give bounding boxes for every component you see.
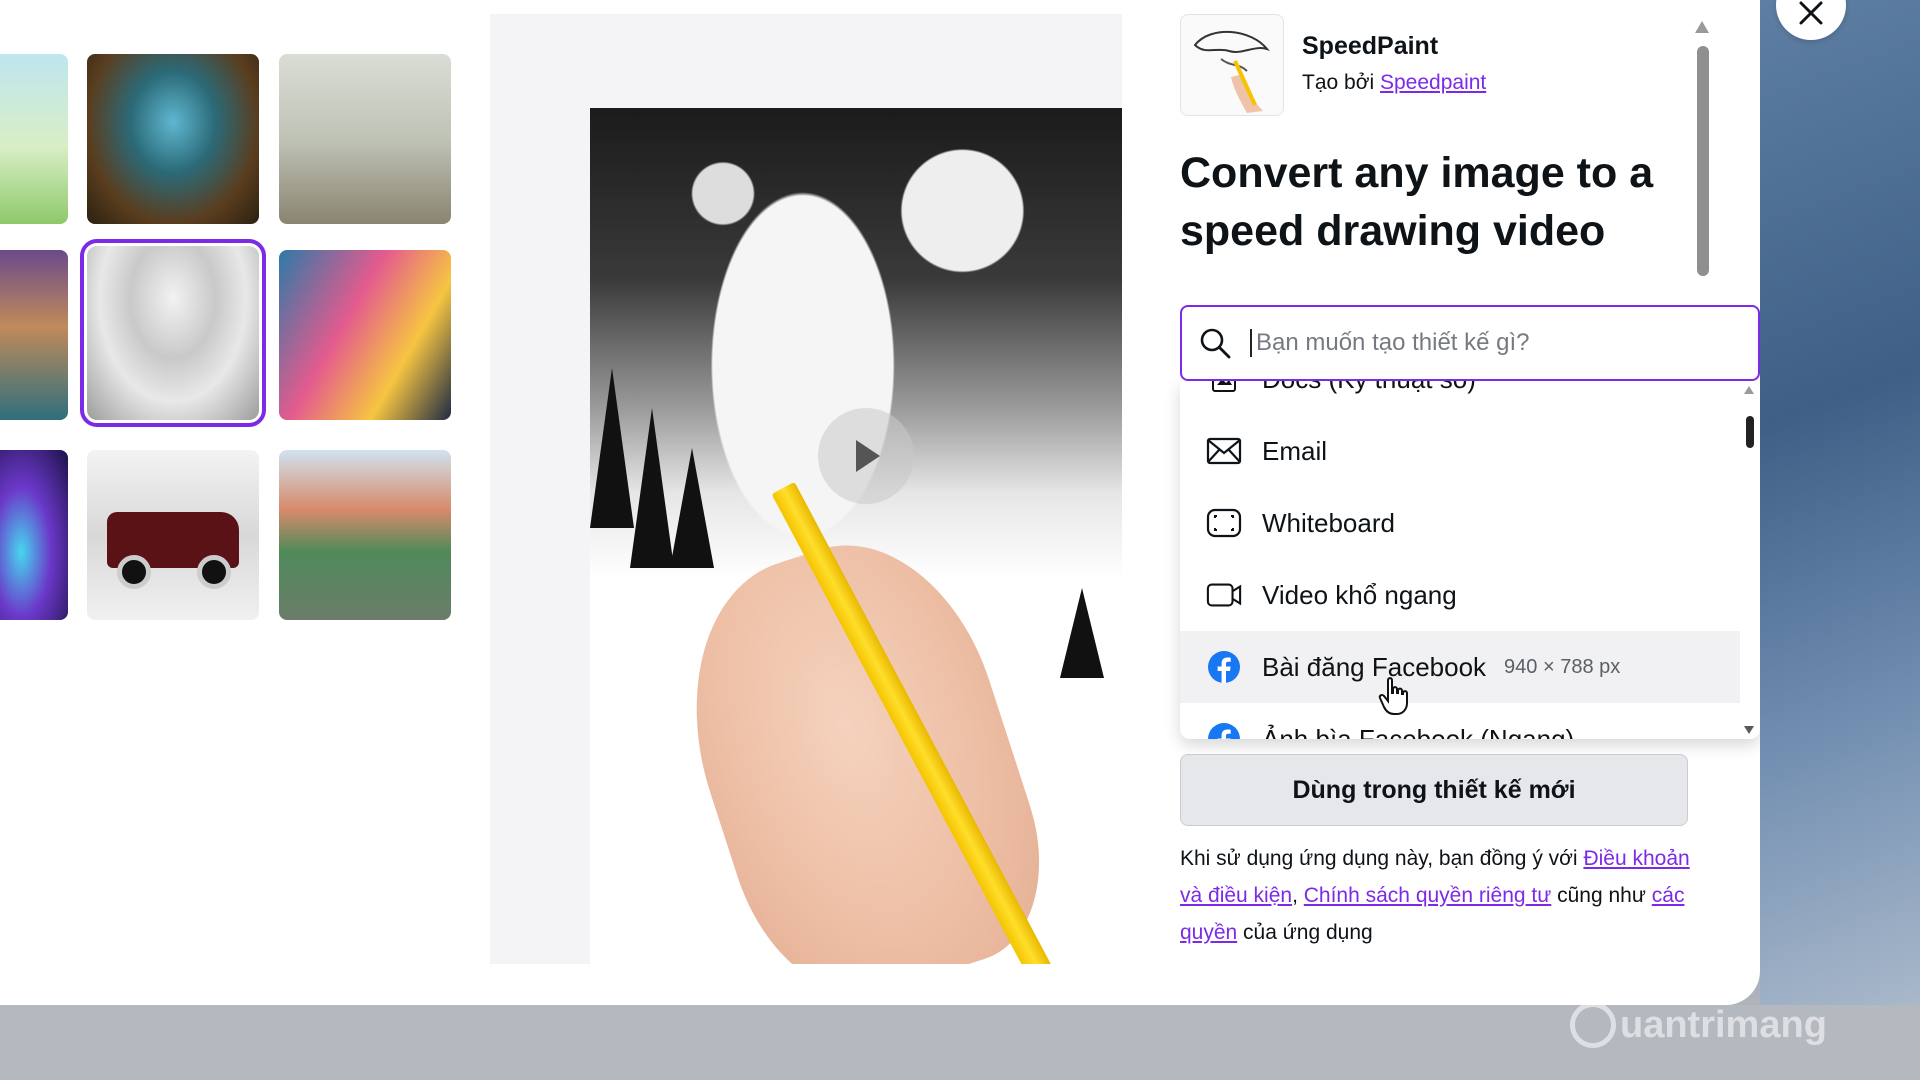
sample-thumb-7[interactable] [0,450,68,620]
app-name: SpeedPaint [1302,32,1439,60]
design-type-label: Email [1262,435,1328,466]
author-link[interactable]: Speedpaint [1380,71,1486,94]
sample-thumb-5-selected[interactable] [80,239,266,427]
app-modal: SpeedPaint Tạo bởi Speedpaint Convert an… [0,0,1760,1005]
play-icon [856,440,880,472]
terms-separator: , [1292,884,1304,907]
sample-thumb-4[interactable] [0,250,68,420]
sample-thumb-6[interactable] [279,250,451,420]
app-logo [1180,14,1284,116]
design-type-label: Whiteboard [1262,507,1395,538]
sample-thumb-3[interactable] [279,54,451,224]
sample-thumb-8[interactable] [87,450,259,620]
privacy-policy-link[interactable]: Chính sách quyền riêng tư [1304,884,1552,907]
app-headline: Convert any image to a speed drawing vid… [1180,149,1654,255]
sample-thumb-9[interactable] [279,450,451,620]
sample-thumb-2[interactable] [87,54,259,224]
hand-pointer-cursor-icon [1378,677,1408,715]
sample-thumb-1[interactable] [0,54,68,224]
design-type-docs[interactable]: Docs (Kỹ thuật số) [1180,381,1740,415]
terms-notice: Khi sử dụng ứng dụng này, bạn đồng ý với… [1180,840,1700,951]
terms-middle: cũng như [1551,884,1652,907]
tree-shape [1060,588,1104,678]
scroll-up-arrow-icon[interactable] [1694,20,1710,34]
app-author-line: Tạo bởi Speedpaint [1302,71,1486,95]
preview-video-thumbnail[interactable] [590,108,1122,964]
dropdown-scrollbar-thumb[interactable] [1746,416,1754,448]
play-button[interactable] [818,408,914,504]
tree-shape [630,408,674,568]
close-icon [1799,1,1823,25]
design-type-label: Video khổ ngang [1262,579,1457,610]
design-search-input[interactable] [1250,329,1730,357]
design-type-email[interactable]: Email [1180,415,1740,487]
watermark: uantrimang [1570,1002,1827,1048]
tree-shape [590,368,634,528]
tree-shape [670,448,714,568]
watermark-text: uantrimang [1620,1003,1827,1046]
design-type-dimensions: 940 × 788 px [1504,655,1621,678]
author-prefix: Tạo bởi [1302,71,1375,94]
backdrop-right [1760,0,1920,1005]
terms-suffix: của ứng dụng [1237,921,1373,944]
design-type-label: Ảnh bìa Facebook (Ngang) [1262,723,1575,740]
email-icon [1206,433,1242,469]
facebook-icon [1206,649,1242,685]
design-type-list: Docs (Kỹ thuật số) Email Whiteboard Vide… [1180,381,1740,739]
design-type-label: Bài đăng Facebook [1262,651,1487,682]
speedpaint-logo-icon [1193,31,1270,113]
design-type-whiteboard[interactable]: Whiteboard [1180,487,1740,559]
terms-prefix: Khi sử dụng ứng dụng này, bạn đồng ý với [1180,847,1584,870]
design-type-landscape-video[interactable]: Video khổ ngang [1180,559,1740,631]
design-type-label: Docs (Kỹ thuật số) [1262,381,1476,395]
design-type-dropdown: Docs (Kỹ thuật số) Email Whiteboard Vide… [1180,381,1760,739]
facebook-icon [1206,721,1242,739]
design-search-box[interactable] [1180,305,1760,381]
whiteboard-icon [1206,505,1242,541]
design-type-facebook-post[interactable]: Bài đăng Facebook 940 × 788 px [1180,631,1740,703]
video-camera-icon [1206,577,1242,613]
dropdown-scroll-down-icon[interactable] [1742,724,1756,736]
search-icon [1200,328,1231,359]
doc-icon [1206,381,1242,397]
dropdown-scroll-up-icon[interactable] [1742,384,1756,396]
watermark-logo-icon [1570,1002,1616,1048]
panel-scrollbar-thumb[interactable] [1697,46,1709,276]
use-in-new-design-button[interactable]: Dùng trong thiết kế mới [1180,754,1688,826]
design-type-facebook-cover[interactable]: Ảnh bìa Facebook (Ngang) [1180,703,1740,739]
